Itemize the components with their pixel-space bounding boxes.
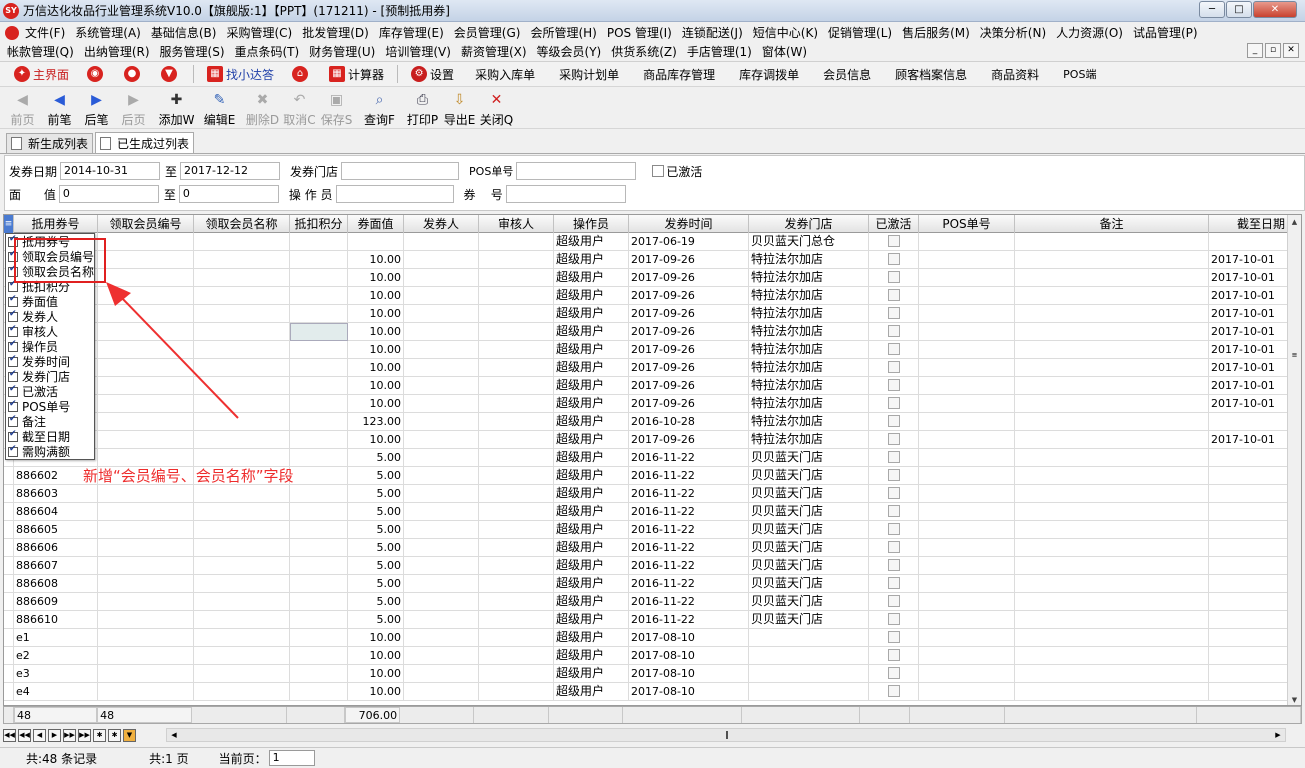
annotation-text: 新增“会员编号、会员名称”字段 (83, 467, 294, 485)
annotation-arrow (106, 282, 239, 419)
